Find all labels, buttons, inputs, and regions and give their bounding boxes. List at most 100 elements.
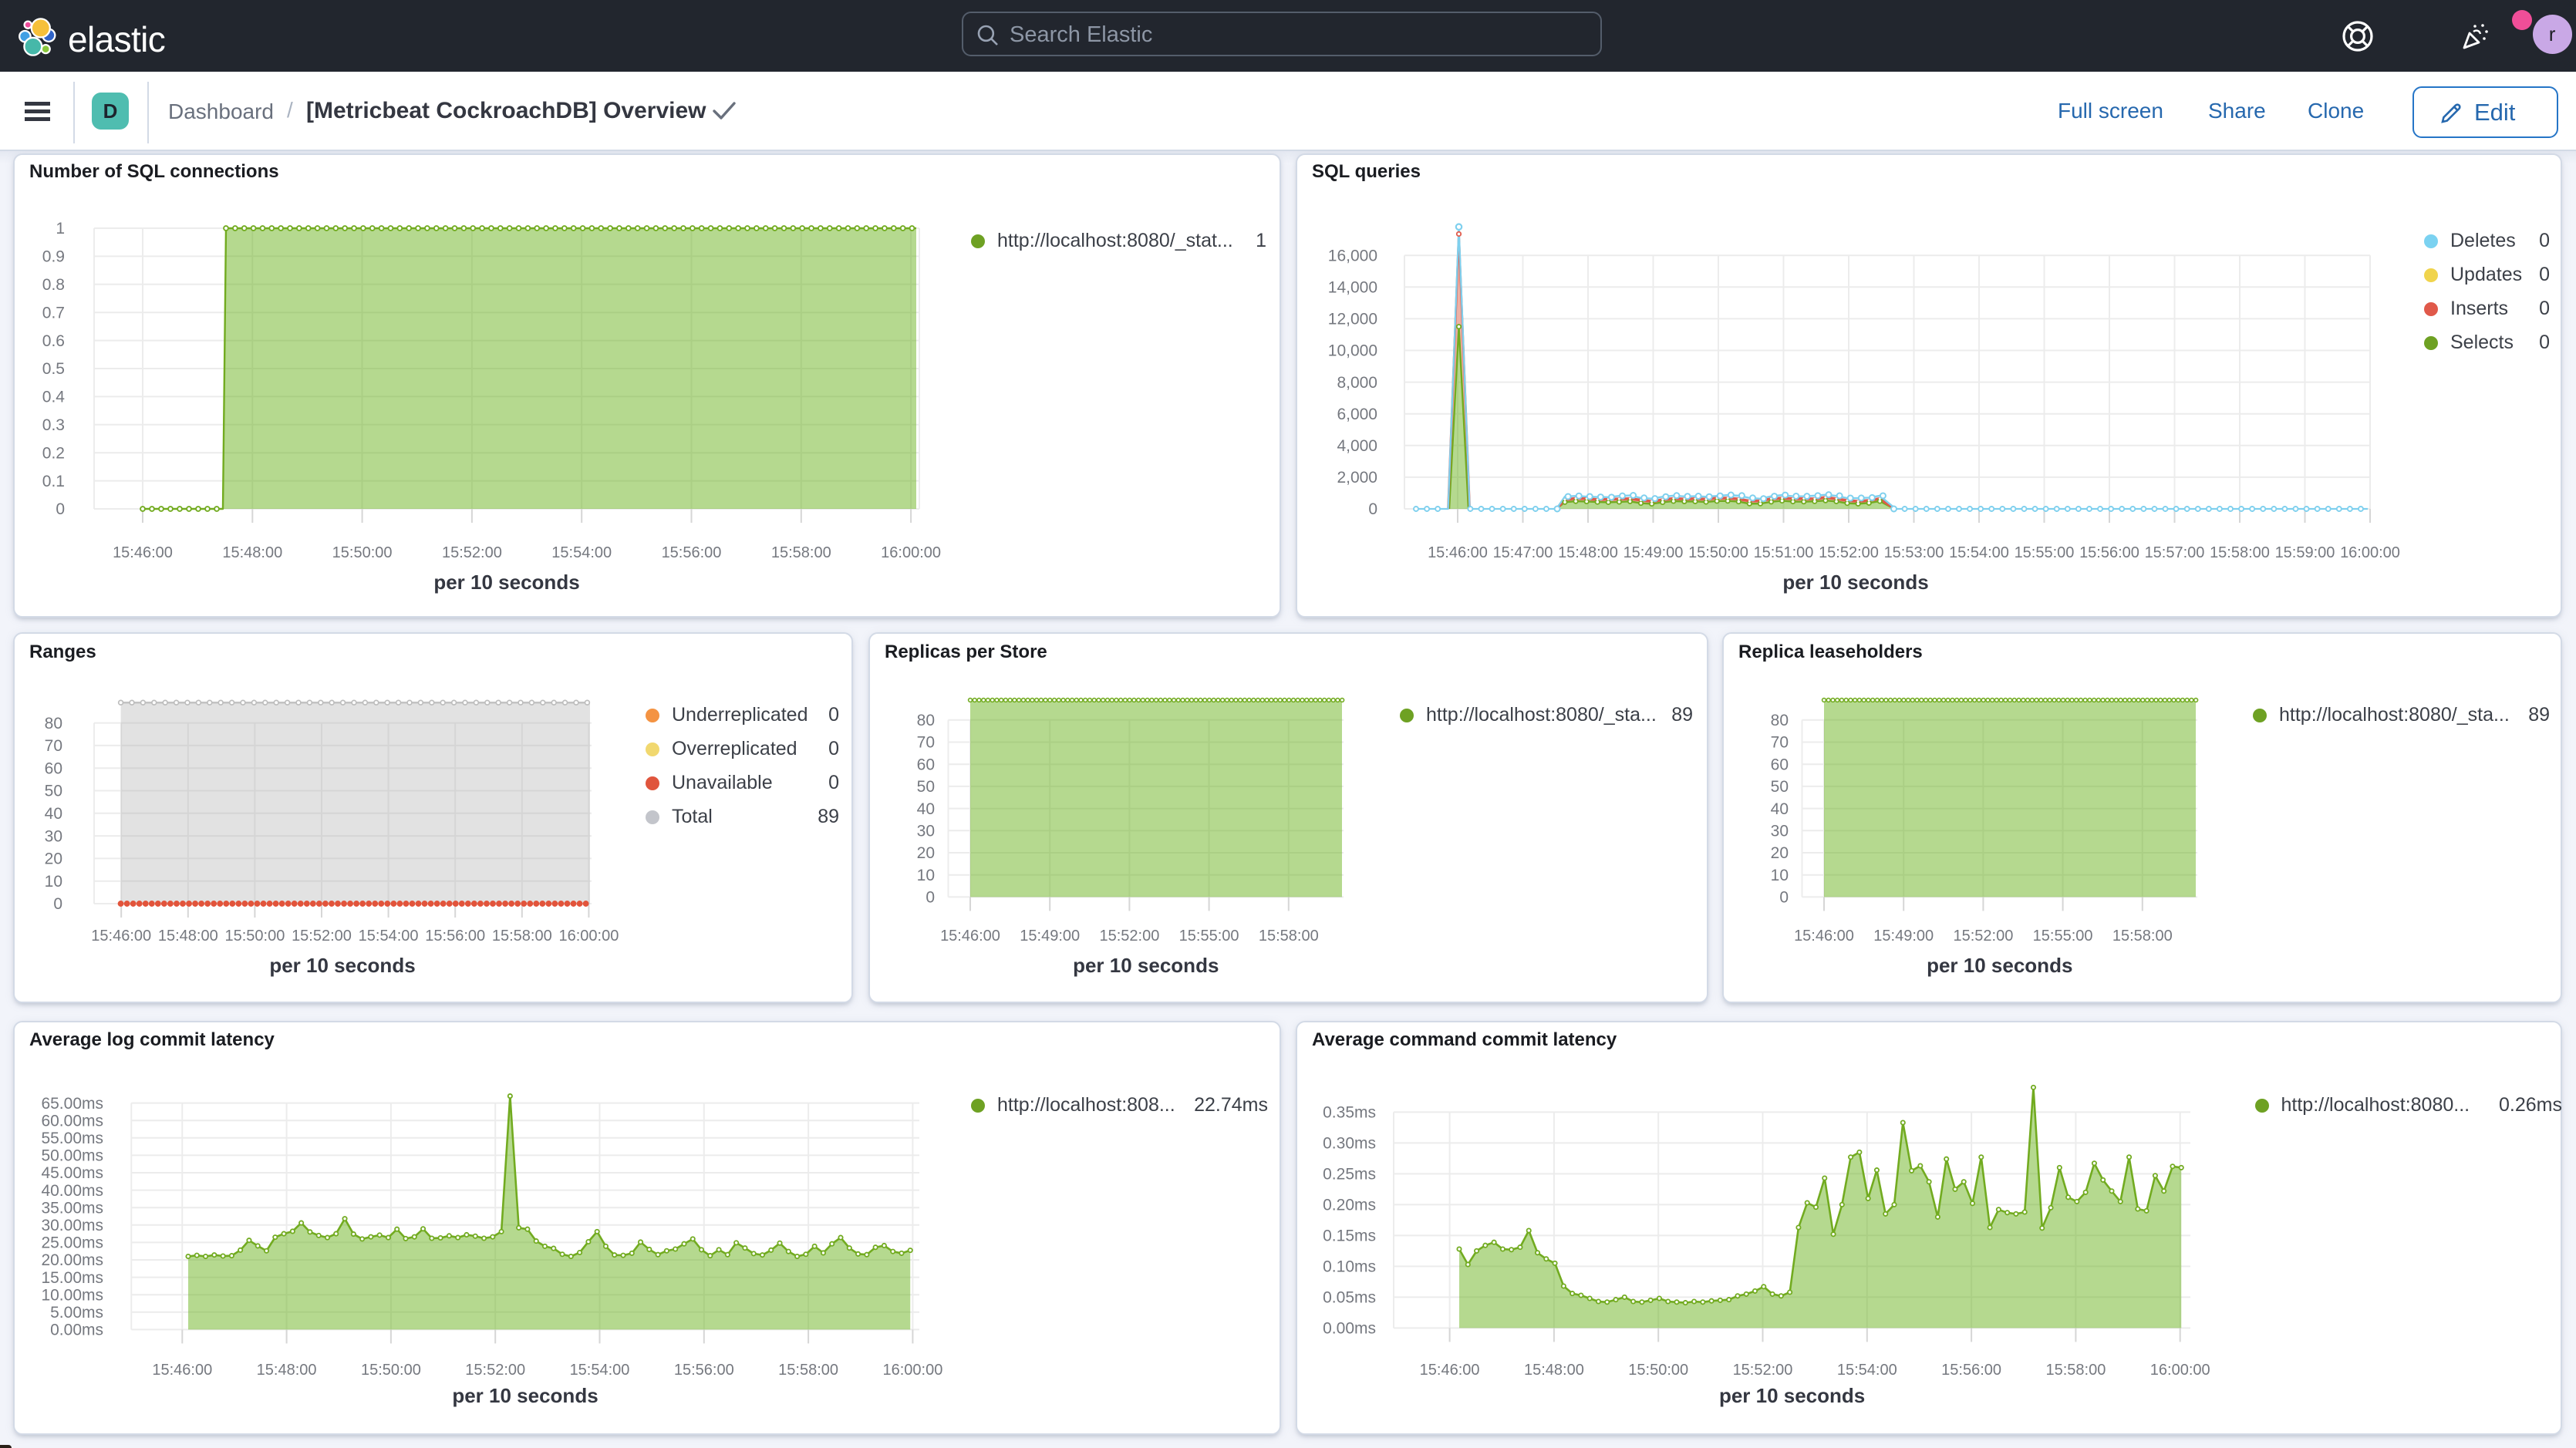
svg-text:50: 50 bbox=[917, 778, 935, 796]
svg-text:0.8: 0.8 bbox=[42, 276, 65, 294]
svg-text:15:52:00: 15:52:00 bbox=[292, 928, 352, 945]
svg-text:60: 60 bbox=[1771, 756, 1789, 773]
svg-text:15:52:00: 15:52:00 bbox=[1733, 1362, 1793, 1379]
svg-text:15:55:00: 15:55:00 bbox=[2015, 544, 2075, 561]
svg-text:15:50:00: 15:50:00 bbox=[224, 928, 285, 945]
svg-text:16:00:00: 16:00:00 bbox=[2340, 544, 2400, 561]
svg-text:15:58:00: 15:58:00 bbox=[2045, 1362, 2106, 1379]
svg-text:0.10ms: 0.10ms bbox=[1323, 1258, 1376, 1276]
svg-text:14,000: 14,000 bbox=[1328, 279, 1377, 297]
svg-text:15:52:00: 15:52:00 bbox=[1099, 928, 1159, 945]
svg-text:0: 0 bbox=[56, 500, 65, 518]
svg-text:15:46:00: 15:46:00 bbox=[152, 1362, 212, 1379]
svg-text:15:50:00: 15:50:00 bbox=[1688, 544, 1748, 561]
svg-text:70: 70 bbox=[917, 734, 935, 752]
svg-text:0.20ms: 0.20ms bbox=[1323, 1197, 1376, 1214]
svg-text:15:50:00: 15:50:00 bbox=[332, 544, 393, 561]
svg-text:30: 30 bbox=[917, 823, 935, 840]
svg-text:15:48:00: 15:48:00 bbox=[158, 928, 218, 945]
svg-text:15:54:00: 15:54:00 bbox=[1837, 1362, 1897, 1379]
svg-text:0.7: 0.7 bbox=[42, 304, 65, 322]
svg-text:16:00:00: 16:00:00 bbox=[882, 1362, 942, 1379]
svg-text:0.00ms: 0.00ms bbox=[1323, 1320, 1376, 1338]
svg-text:10,000: 10,000 bbox=[1328, 342, 1377, 360]
svg-text:15:56:00: 15:56:00 bbox=[1941, 1362, 2001, 1379]
svg-text:15:56:00: 15:56:00 bbox=[2079, 544, 2139, 561]
svg-text:20: 20 bbox=[917, 844, 935, 862]
svg-text:15:54:00: 15:54:00 bbox=[1949, 544, 2009, 561]
svg-text:65.00ms: 65.00ms bbox=[41, 1095, 103, 1113]
svg-text:45.00ms: 45.00ms bbox=[41, 1164, 103, 1182]
svg-text:per 10 seconds: per 10 seconds bbox=[1073, 954, 1219, 977]
svg-text:0: 0 bbox=[926, 889, 935, 907]
svg-text:60.00ms: 60.00ms bbox=[41, 1112, 103, 1130]
svg-text:15:46:00: 15:46:00 bbox=[1420, 1362, 1480, 1379]
svg-text:0.9: 0.9 bbox=[42, 248, 65, 266]
svg-text:15:49:00: 15:49:00 bbox=[1623, 544, 1684, 561]
svg-text:15:54:00: 15:54:00 bbox=[570, 1362, 630, 1379]
svg-text:12,000: 12,000 bbox=[1328, 311, 1377, 328]
svg-text:20: 20 bbox=[45, 850, 62, 868]
svg-text:15:46:00: 15:46:00 bbox=[940, 928, 1000, 945]
svg-text:16:00:00: 16:00:00 bbox=[558, 928, 619, 945]
svg-text:0.2: 0.2 bbox=[42, 444, 65, 462]
svg-text:20: 20 bbox=[1771, 844, 1789, 862]
svg-text:per 10 seconds: per 10 seconds bbox=[1782, 571, 1928, 594]
svg-text:60: 60 bbox=[917, 756, 935, 773]
svg-text:per 10 seconds: per 10 seconds bbox=[269, 954, 415, 977]
svg-text:per 10 seconds: per 10 seconds bbox=[452, 1384, 598, 1407]
svg-text:60: 60 bbox=[45, 759, 62, 777]
svg-text:30: 30 bbox=[1771, 823, 1789, 840]
svg-text:15:58:00: 15:58:00 bbox=[2210, 544, 2270, 561]
svg-text:15:55:00: 15:55:00 bbox=[1179, 928, 1239, 945]
svg-text:10: 10 bbox=[45, 873, 62, 891]
svg-text:15:58:00: 15:58:00 bbox=[2112, 928, 2173, 945]
svg-text:50: 50 bbox=[1771, 778, 1789, 796]
svg-text:55.00ms: 55.00ms bbox=[41, 1130, 103, 1147]
svg-text:40: 40 bbox=[45, 805, 62, 823]
svg-text:15:52:00: 15:52:00 bbox=[1953, 928, 2013, 945]
svg-text:15:52:00: 15:52:00 bbox=[465, 1362, 525, 1379]
svg-text:15:48:00: 15:48:00 bbox=[222, 544, 282, 561]
svg-text:50.00ms: 50.00ms bbox=[41, 1147, 103, 1165]
svg-text:8,000: 8,000 bbox=[1337, 374, 1377, 392]
svg-text:15:56:00: 15:56:00 bbox=[674, 1362, 734, 1379]
svg-text:5.00ms: 5.00ms bbox=[50, 1304, 103, 1322]
svg-text:15:52:00: 15:52:00 bbox=[1819, 544, 1879, 561]
svg-text:70: 70 bbox=[45, 737, 62, 755]
svg-text:50: 50 bbox=[45, 783, 62, 800]
svg-text:15:56:00: 15:56:00 bbox=[662, 544, 722, 561]
svg-text:1: 1 bbox=[56, 220, 65, 237]
svg-text:0: 0 bbox=[1368, 500, 1377, 518]
svg-text:0.3: 0.3 bbox=[42, 416, 65, 434]
svg-text:0.15ms: 0.15ms bbox=[1323, 1227, 1376, 1245]
svg-text:0.6: 0.6 bbox=[42, 332, 65, 350]
svg-text:15:46:00: 15:46:00 bbox=[113, 544, 173, 561]
svg-text:20.00ms: 20.00ms bbox=[41, 1251, 103, 1269]
svg-text:10.00ms: 10.00ms bbox=[41, 1286, 103, 1304]
svg-text:15:50:00: 15:50:00 bbox=[361, 1362, 421, 1379]
svg-text:0: 0 bbox=[53, 895, 62, 913]
svg-text:15:58:00: 15:58:00 bbox=[778, 1362, 838, 1379]
svg-text:25.00ms: 25.00ms bbox=[41, 1234, 103, 1252]
svg-text:15:55:00: 15:55:00 bbox=[2033, 928, 2093, 945]
svg-text:40.00ms: 40.00ms bbox=[41, 1182, 103, 1200]
svg-text:40: 40 bbox=[917, 800, 935, 818]
svg-text:15:47:00: 15:47:00 bbox=[1493, 544, 1553, 561]
svg-text:30: 30 bbox=[45, 827, 62, 845]
svg-text:4,000: 4,000 bbox=[1337, 437, 1377, 455]
svg-text:15:48:00: 15:48:00 bbox=[1558, 544, 1618, 561]
svg-text:per 10 seconds: per 10 seconds bbox=[1719, 1384, 1865, 1407]
svg-text:0.5: 0.5 bbox=[42, 360, 65, 378]
svg-text:80: 80 bbox=[1771, 712, 1789, 729]
svg-text:15:52:00: 15:52:00 bbox=[442, 544, 502, 561]
svg-text:15:46:00: 15:46:00 bbox=[1428, 544, 1488, 561]
svg-text:0.00ms: 0.00ms bbox=[50, 1322, 103, 1339]
svg-text:per 10 seconds: per 10 seconds bbox=[433, 571, 579, 594]
svg-text:16,000: 16,000 bbox=[1328, 247, 1377, 264]
svg-text:0: 0 bbox=[1779, 889, 1789, 907]
svg-text:80: 80 bbox=[45, 715, 62, 732]
svg-text:40: 40 bbox=[1771, 800, 1789, 818]
svg-text:15.00ms: 15.00ms bbox=[41, 1269, 103, 1287]
svg-text:80: 80 bbox=[917, 712, 935, 729]
